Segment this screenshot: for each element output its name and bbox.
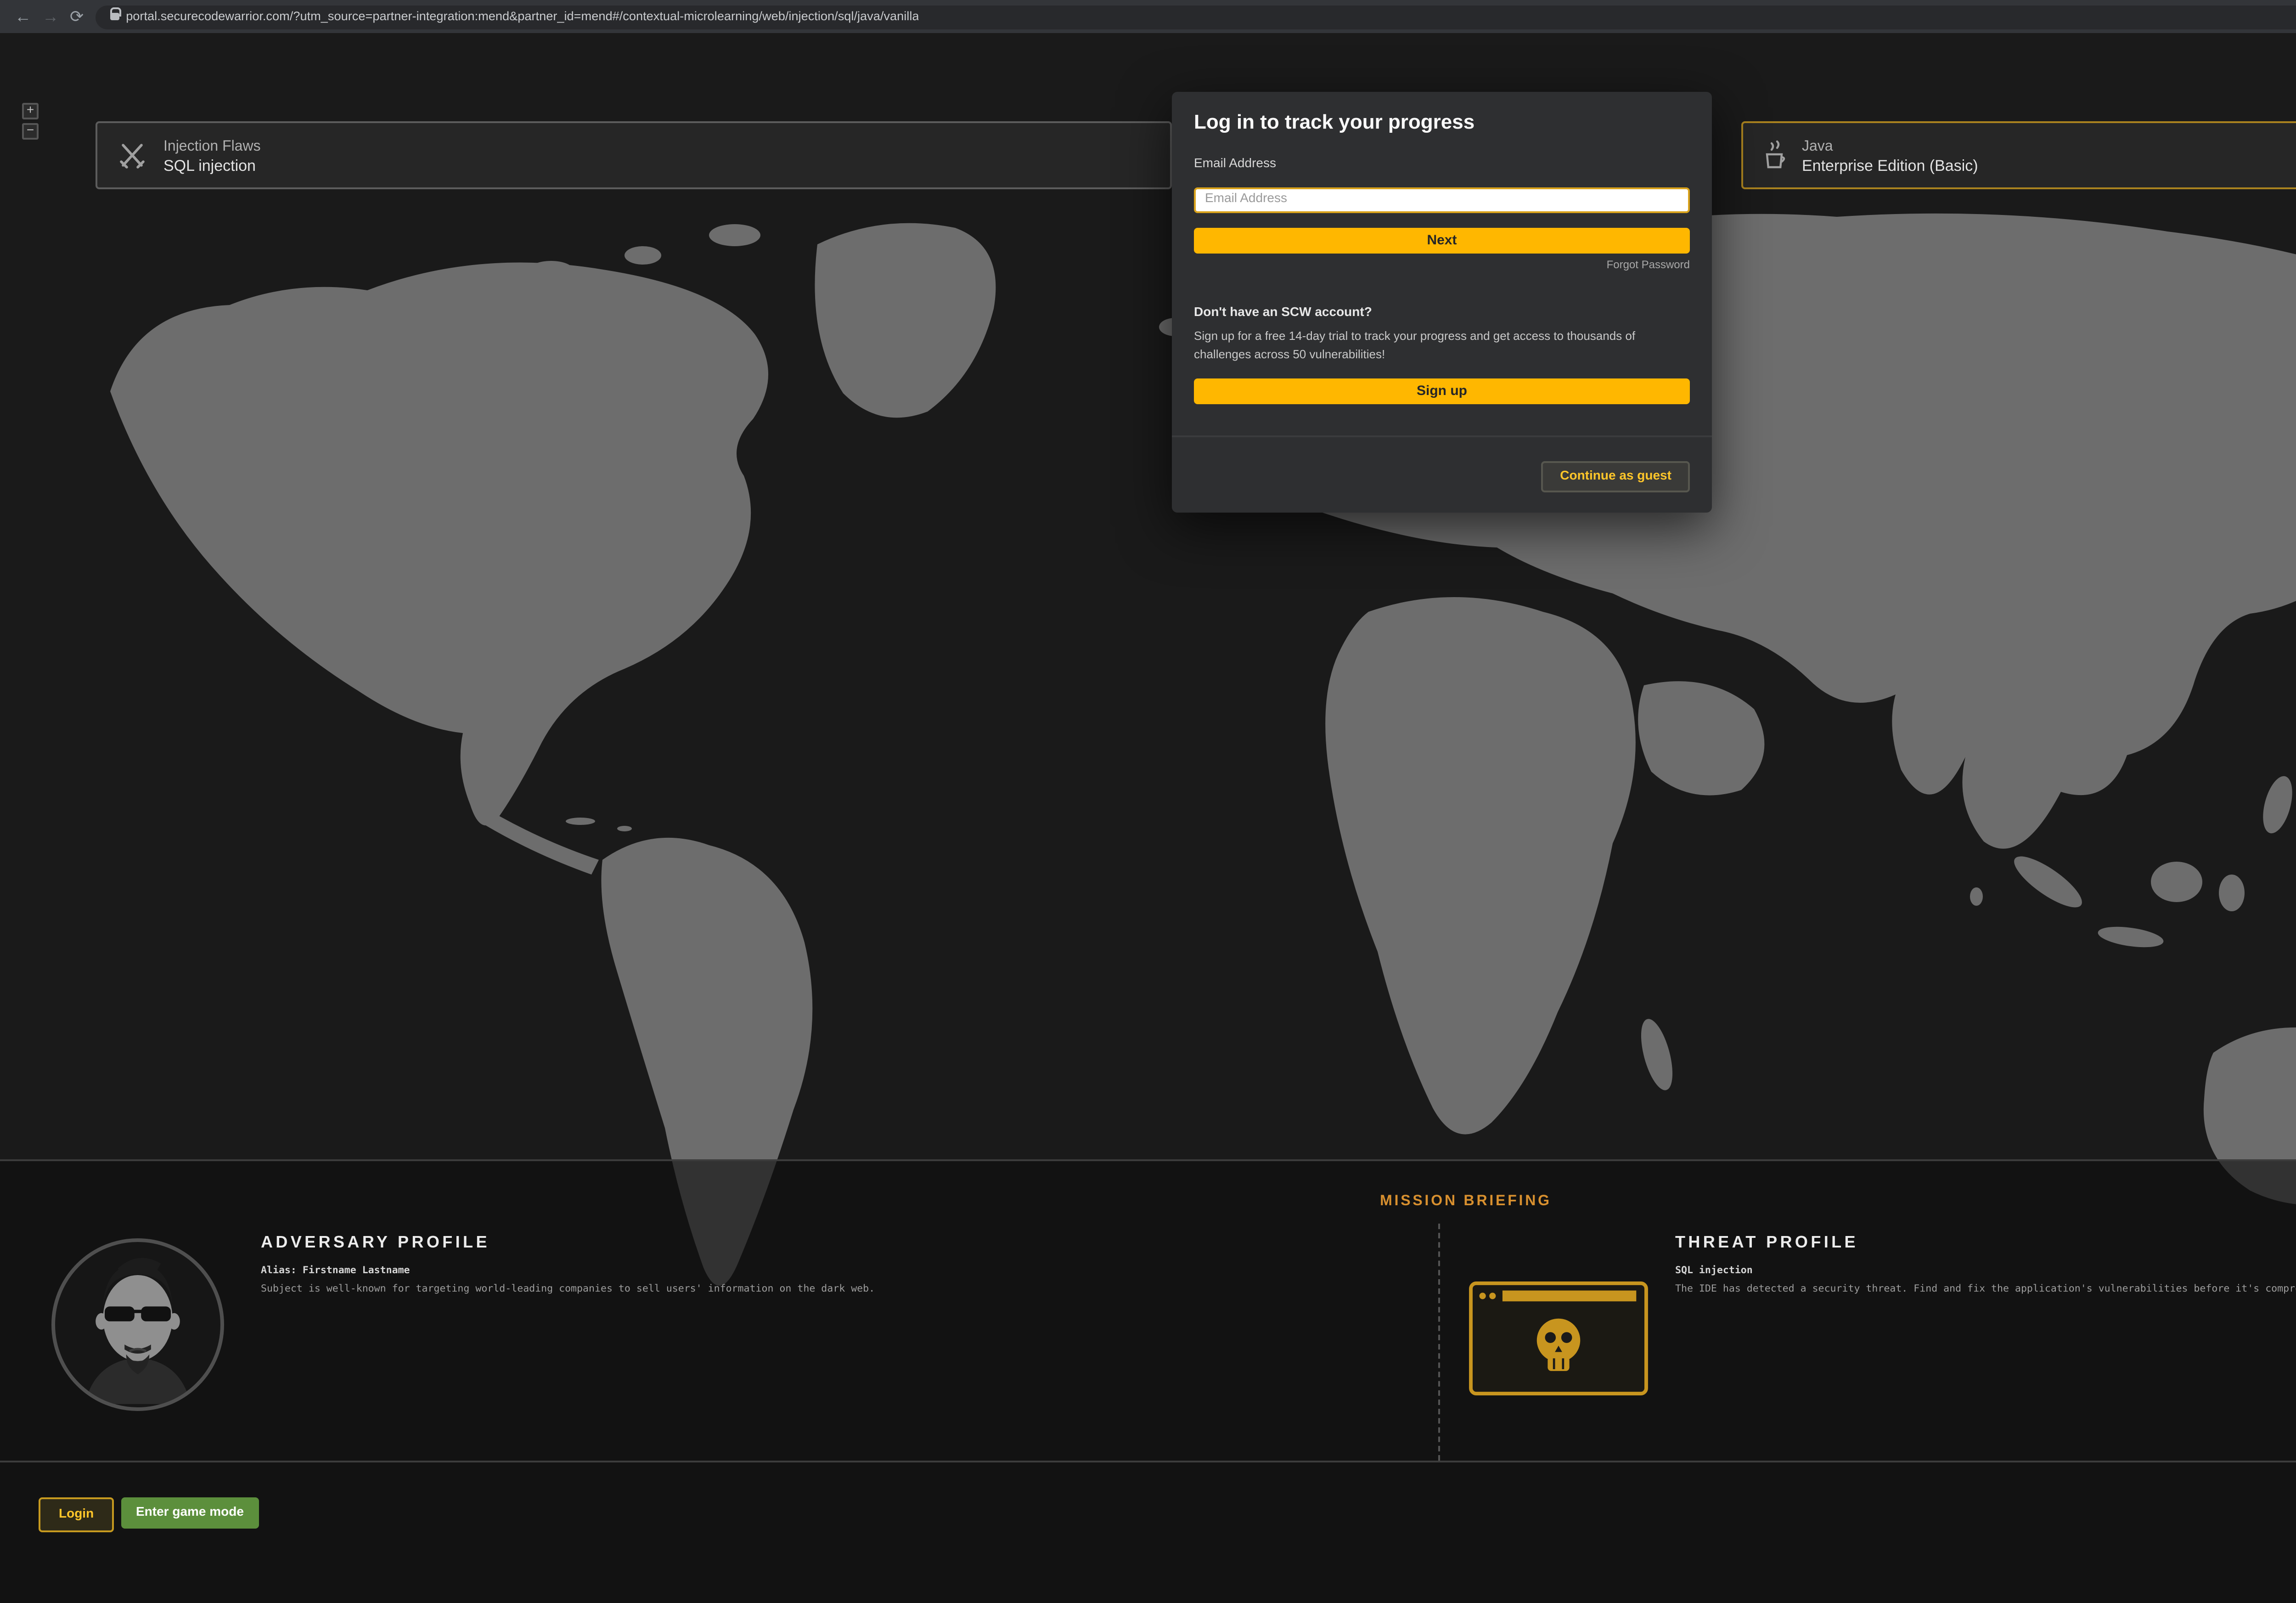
browser-toolbar: ← → ⟳ portal.securecodewarrior.com/?utm_… xyxy=(0,0,2296,33)
adversary-alias: Alias: Firstname Lastname xyxy=(261,1266,1032,1277)
adversary-avatar xyxy=(51,1238,224,1411)
address-bar[interactable]: portal.securecodewarrior.com/?utm_source… xyxy=(95,5,2296,28)
crossed-swords-icon xyxy=(116,139,149,172)
briefing-dashed-divider xyxy=(1438,1224,1440,1461)
footer-divider xyxy=(0,1461,2296,1462)
threat-name: SQL injection xyxy=(1675,1266,2296,1277)
zoom-in-button[interactable]: + xyxy=(22,103,39,119)
adversary-title: ADVERSARY PROFILE xyxy=(261,1233,1032,1251)
forward-icon[interactable]: → xyxy=(42,0,59,33)
map-zoom-controls: + − xyxy=(22,103,39,140)
screenshot-root: ← → ⟳ portal.securecodewarrior.com/?utm_… xyxy=(0,0,2296,1603)
adversary-profile: ADVERSARY PROFILE Alias: Firstname Lastn… xyxy=(261,1233,1032,1297)
forgot-password-link[interactable]: Forgot Password xyxy=(1194,260,1690,271)
threat-skull-icon xyxy=(1468,1281,1649,1396)
next-button[interactable]: Next xyxy=(1194,227,1690,253)
reload-icon[interactable]: ⟳ xyxy=(70,0,84,33)
language-selector[interactable]: Java Enterprise Edition (Basic) REMEMBER… xyxy=(1741,121,2296,189)
quest-card[interactable]: Injection Flaws SQL injection xyxy=(96,121,1172,189)
url-text: portal.securecodewarrior.com/?utm_source… xyxy=(126,10,919,23)
briefing-section-backdrop xyxy=(0,1159,2296,1603)
continue-as-guest-button[interactable]: Continue as guest xyxy=(1542,461,1690,492)
mission-briefing-title: MISSION BRIEFING xyxy=(0,1192,2296,1209)
no-account-text: Don't have an SCW account? xyxy=(1194,306,1690,319)
lock-icon xyxy=(109,13,118,20)
quest-name: SQL injection xyxy=(163,155,261,174)
signup-description: Sign up for a free 14-day trial to track… xyxy=(1194,328,1690,365)
threat-profile: THREAT PROFILE SQL injection The IDE has… xyxy=(1675,1233,2296,1297)
threat-description: The IDE has detected a security threat. … xyxy=(1675,1282,2296,1297)
threat-title: THREAT PROFILE xyxy=(1675,1233,2296,1251)
quest-category: Injection Flaws xyxy=(163,137,261,153)
language-framework: Enterprise Edition (Basic) xyxy=(1802,155,1978,174)
adversary-portrait xyxy=(55,1242,220,1407)
signup-button[interactable]: Sign up xyxy=(1194,378,1690,404)
java-icon xyxy=(1761,140,1787,171)
language-name: Java xyxy=(1802,137,1978,153)
portal-page: + − Injection Flaws SQL injection xyxy=(0,33,2296,1603)
login-modal-title: Log in to track your progress xyxy=(1172,92,1712,152)
email-input[interactable] xyxy=(1194,186,1690,212)
adversary-description: Subject is well-known for targeting worl… xyxy=(261,1282,1032,1297)
zoom-out-button[interactable]: − xyxy=(22,123,39,140)
login-modal-footer: Continue as guest xyxy=(1172,435,1712,512)
login-modal: Log in to track your progress Email Addr… xyxy=(1172,92,1712,512)
login-button[interactable]: Login xyxy=(39,1497,114,1532)
enter-game-mode-button[interactable]: Enter game mode xyxy=(121,1497,259,1529)
email-label: Email Address xyxy=(1194,158,1690,171)
back-icon[interactable]: ← xyxy=(15,0,31,33)
